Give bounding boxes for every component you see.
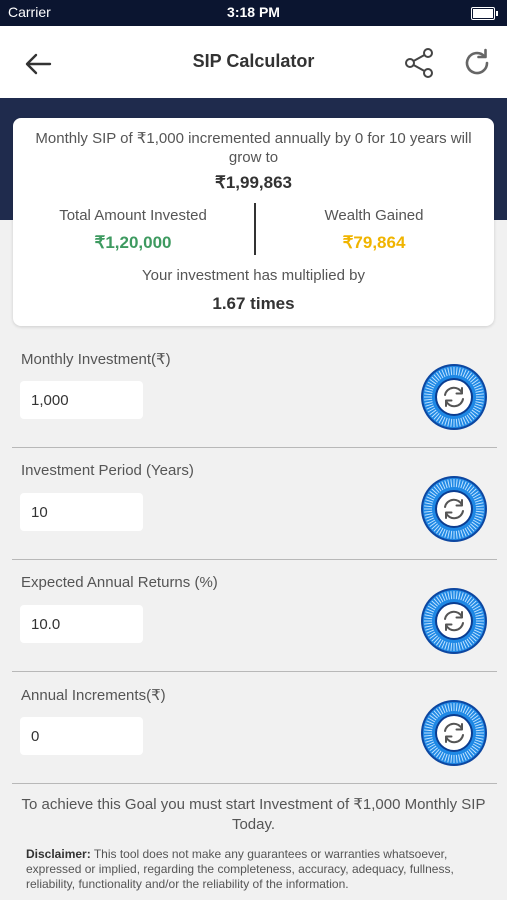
monthly-investment-field: Monthly Investment(₹): [0, 336, 507, 448]
share-icon[interactable]: [402, 46, 436, 80]
investment-period-input[interactable]: [20, 493, 143, 531]
gained-label: Wealth Gained: [324, 207, 424, 224]
separator: [12, 783, 497, 784]
summary-card: Monthly SIP of ₹1,000 incremented annual…: [13, 118, 494, 326]
investment-period-field: Investment Period (Years): [0, 448, 507, 560]
expected-returns-input[interactable]: [20, 605, 143, 643]
summary-description: Monthly SIP of ₹1,000 incremented annual…: [35, 130, 472, 166]
battery-icon: [471, 7, 498, 20]
refresh-icon[interactable]: [460, 46, 494, 80]
monthly-investment-dial-icon[interactable]: [420, 363, 488, 431]
nav-bar: SIP Calculator: [0, 26, 507, 99]
disclaimer-heading: Disclaimer:: [26, 847, 91, 861]
gained-value: ₹79,864: [342, 233, 406, 252]
expected-returns-label: Expected Annual Returns (%): [21, 574, 218, 591]
annual-increments-label: Annual Increments(₹): [21, 687, 166, 704]
maturity-amount: ₹1,99,863: [215, 173, 292, 192]
disclaimer: Disclaimer: This tool does not make any …: [26, 847, 481, 892]
expected-returns-dial-icon[interactable]: [420, 587, 488, 655]
investment-period-dial-icon[interactable]: [420, 475, 488, 543]
investment-period-label: Investment Period (Years): [21, 462, 194, 479]
annual-increments-dial-icon[interactable]: [420, 699, 488, 767]
invested-label: Total Amount Invested: [59, 207, 207, 224]
multiplier-value: 1.67 times: [212, 294, 295, 313]
status-bar: Carrier 3:18 PM: [0, 0, 507, 26]
gained-column: Wealth Gained ₹79,864: [259, 207, 489, 253]
disclaimer-body: This tool does not make any guarantees o…: [26, 847, 454, 891]
monthly-investment-input[interactable]: [20, 381, 143, 419]
status-time: 3:18 PM: [227, 4, 280, 20]
column-divider: [254, 203, 256, 255]
annual-increments-field: Annual Increments(₹): [0, 672, 507, 784]
expected-returns-field: Expected Annual Returns (%): [0, 560, 507, 672]
goal-message: To achieve this Goal you must start Inve…: [21, 796, 486, 833]
annual-increments-input[interactable]: [20, 717, 143, 755]
multiplier-label: Your investment has multiplied by: [142, 267, 365, 284]
invested-value: ₹1,20,000: [94, 233, 172, 252]
invested-column: Total Amount Invested ₹1,20,000: [18, 207, 248, 253]
monthly-investment-label: Monthly Investment(₹): [21, 351, 171, 368]
